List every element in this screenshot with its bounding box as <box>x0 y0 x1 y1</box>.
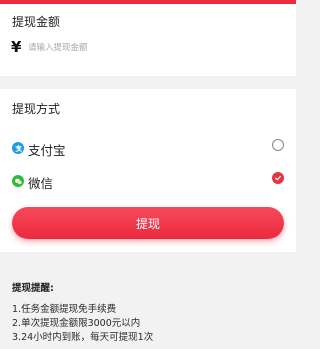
tip-item: 2.单次提现金额限3000元以内 <box>12 318 141 329</box>
withdraw-method-section: 提现方式 支付宝 微信 提现 <box>0 89 296 252</box>
method-option-alipay[interactable]: 支付宝 <box>0 136 296 162</box>
amount-section-title: 提现金额 <box>12 15 61 29</box>
withdraw-tips-section: 提现提醒: 1.任务金额提现免手续费 2.单次提现金额限3000元以内 3.24… <box>0 270 296 349</box>
method-option-wechat[interactable]: 微信 <box>0 169 296 195</box>
method-label-alipay: 支付宝 <box>28 143 66 158</box>
method-label-wechat: 微信 <box>28 176 54 191</box>
tip-item: 1.任务金额提现免手续费 <box>12 304 117 315</box>
wechat-icon <box>12 175 24 187</box>
withdraw-amount-section: 提现金额 ¥ <box>0 4 296 76</box>
alipay-icon <box>12 142 24 154</box>
currency-symbol: ¥ <box>11 38 22 56</box>
radio-checked-icon[interactable] <box>272 172 284 184</box>
radio-unchecked-icon[interactable] <box>272 139 284 151</box>
tips-title: 提现提醒: <box>12 283 54 294</box>
tips-list: 1.任务金额提现免手续费 2.单次提现金额限3000元以内 3.24小时内到账，… <box>12 303 153 345</box>
withdraw-submit-button[interactable]: 提现 <box>12 207 284 239</box>
withdraw-amount-input[interactable] <box>28 40 278 56</box>
method-section-title: 提现方式 <box>12 102 61 116</box>
tip-item: 3.24小时内到账，每天可提现1次 <box>12 332 154 343</box>
